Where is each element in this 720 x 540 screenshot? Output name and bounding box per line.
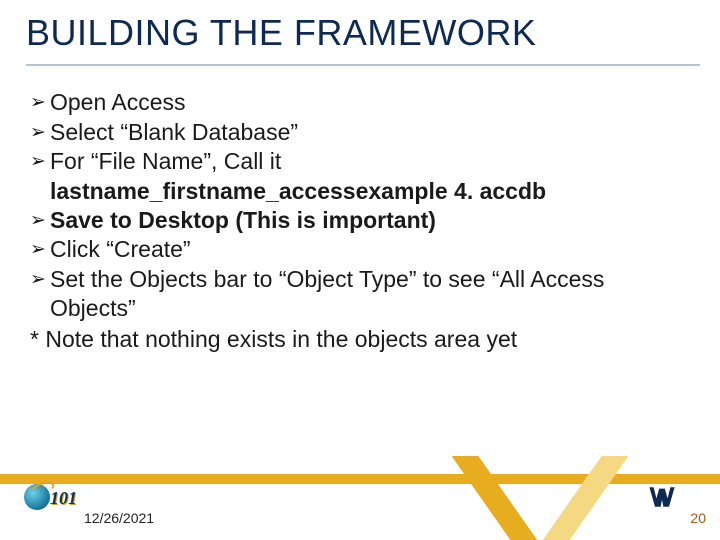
slide: BUILDING THE FRAMEWORK ➢ Open Access ➢ S… bbox=[0, 0, 720, 540]
arrow-icon: ➢ bbox=[30, 88, 50, 118]
page-number: 20 bbox=[690, 510, 706, 526]
footer: 101 12/26/2021 20 bbox=[0, 456, 720, 540]
bullet-text: For “File Name”, Call it bbox=[50, 147, 684, 176]
footnote: * Note that nothing exists in the object… bbox=[30, 325, 684, 354]
indent-spacer bbox=[30, 177, 50, 178]
slide-title: BUILDING THE FRAMEWORK bbox=[26, 12, 700, 66]
bullet-text-lead: For “File Name”, Call it bbox=[50, 148, 281, 174]
bullet-text-bold: lastname_firstname_accessexample 4. accd… bbox=[50, 177, 684, 206]
arrow-icon: ➢ bbox=[30, 235, 50, 265]
bullet-text: Select “Blank Database” bbox=[50, 118, 684, 147]
slide-body: ➢ Open Access ➢ Select “Blank Database” … bbox=[30, 88, 684, 354]
bullet-text: Set the Objects bar to “Object Type” to … bbox=[50, 265, 684, 324]
bullet-item: ➢ Select “Blank Database” bbox=[30, 118, 684, 148]
bullet-text-bold: Save to Desktop (This is important) bbox=[50, 206, 684, 235]
bullet-item: ➢ Save to Desktop (This is important) bbox=[30, 206, 684, 236]
bullet-text: Open Access bbox=[50, 88, 684, 117]
arrow-icon: ➢ bbox=[30, 147, 50, 177]
bullet-item: ➢ Open Access bbox=[30, 88, 684, 118]
course-logo-text: 101 bbox=[50, 488, 77, 509]
footnote-text: * Note that nothing exists in the object… bbox=[30, 325, 684, 354]
arrow-icon: ➢ bbox=[30, 206, 50, 236]
chevron-decoration bbox=[470, 456, 590, 540]
wv-logo-icon bbox=[648, 484, 676, 510]
arrow-icon: ➢ bbox=[30, 118, 50, 148]
footer-date: 12/26/2021 bbox=[84, 510, 154, 526]
arrow-icon: ➢ bbox=[30, 265, 50, 295]
bullet-continuation: lastname_firstname_accessexample 4. accd… bbox=[30, 177, 684, 206]
bullet-item: ➢ Click “Create” bbox=[30, 235, 684, 265]
bullet-text: Click “Create” bbox=[50, 235, 684, 264]
course-logo-icon: 101 bbox=[24, 480, 78, 512]
bullet-item: ➢ For “File Name”, Call it bbox=[30, 147, 684, 177]
bullet-item: ➢ Set the Objects bar to “Object Type” t… bbox=[30, 265, 684, 324]
